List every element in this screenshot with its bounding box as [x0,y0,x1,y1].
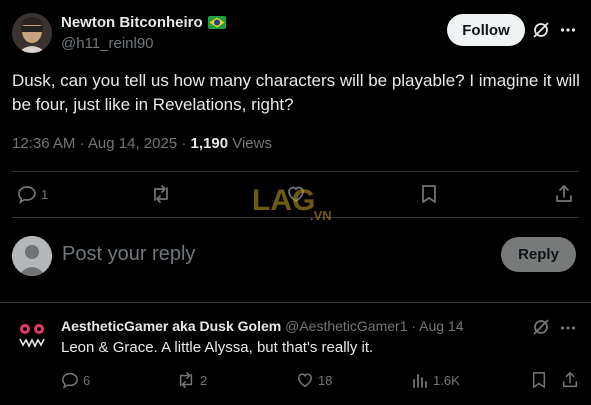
reply-author-handle[interactable]: @AestheticGamer1 [285,318,407,334]
svg-text:LAG: LAG [252,184,315,217]
more-options-icon[interactable] [560,22,576,38]
reply-share-action[interactable] [561,371,579,389]
share-action[interactable] [554,184,574,204]
reply-bookmark-action[interactable] [531,371,547,389]
views-chart-icon [413,374,427,388]
reply-views-count: 1.6K [433,372,460,388]
post-meta: 12:36 AM · Aug 14, 2025 · 1,190 Views [12,135,272,152]
post-date[interactable]: Aug 14, 2025 [88,135,177,152]
grok-icon[interactable] [532,318,550,336]
grok-icon[interactable] [532,21,550,39]
reply-repost-action[interactable]: 2 [176,371,207,389]
current-user-avatar[interactable] [12,236,52,276]
post-text: Dusk, can you tell us how many character… [12,71,580,114]
reply-replies-action[interactable]: 6 [61,371,90,389]
svg-text:.VN: .VN [310,208,332,223]
watermark-logo: LAG .VN [250,170,345,230]
follow-button[interactable]: Follow [447,14,525,46]
more-options-icon[interactable] [560,320,576,336]
reply-count: 1 [41,186,49,202]
reply-like-count: 18 [318,372,333,388]
repost-action[interactable] [150,184,172,204]
reply-replies-count: 6 [83,372,91,388]
reply-header: AestheticGamer aka Dusk Golem @Aesthetic… [61,318,464,334]
bookmark-icon [422,185,436,203]
views-count: 1,190 [190,135,229,152]
share-icon [562,372,578,388]
divider [0,302,591,303]
bookmark-action[interactable] [420,184,438,204]
bookmark-icon [532,372,546,388]
share-icon [556,185,572,202]
author-avatar[interactable] [12,13,52,53]
reply-like-action[interactable]: 18 [296,371,332,389]
repost-icon [179,372,193,388]
brazil-flag-icon [207,16,226,29]
reply-views-action[interactable]: 1.6K [411,371,460,389]
reply-author-avatar[interactable] [12,315,52,355]
reply-repost-count: 2 [200,372,208,388]
reply-input[interactable]: Post your reply [62,243,195,266]
reply-text: Leon & Grace. A little Alyssa, but that'… [61,339,374,356]
reply-icon [18,186,36,204]
reply-author-name[interactable]: AestheticGamer aka Dusk Golem [61,318,281,334]
author-name-text[interactable]: Newton Bitconheiro [61,14,203,31]
reply-button[interactable]: Reply [501,237,576,272]
repost-icon [154,185,168,203]
reply-icon [62,372,78,389]
author-handle[interactable]: @h11_reinl90 [61,35,154,52]
author-name[interactable]: Newton Bitconheiro [61,14,226,31]
post-time[interactable]: 12:36 AM [12,135,75,152]
reply-action[interactable]: 1 [17,184,48,204]
views-label: Views [232,135,272,152]
heart-icon [297,373,313,388]
reply-date[interactable]: Aug 14 [419,318,463,334]
